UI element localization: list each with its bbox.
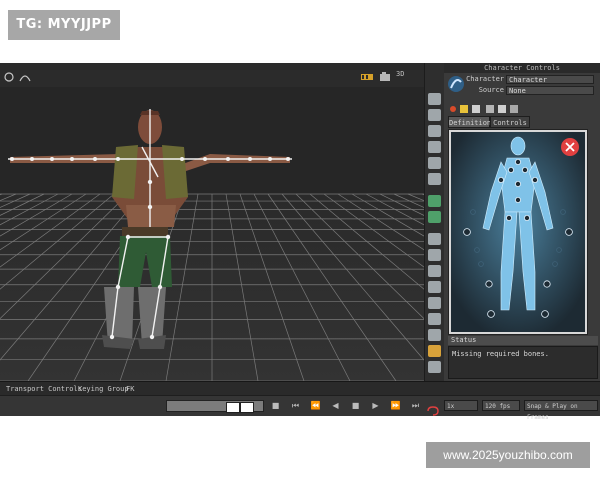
ik-tool-icon[interactable] [428,195,441,207]
app-window: 3D Character Controls Character Characte… [0,63,600,421]
sphere-icon[interactable] [428,297,441,309]
panel-toolbar [448,100,528,113]
watermark-bottom-url: www.2025youzhibo.com [426,442,590,468]
pivot-tool-icon[interactable] [428,157,441,169]
play-backward-icon[interactable]: ◀ [330,400,341,411]
camera-key-icon[interactable] [378,68,392,81]
character-select[interactable]: Character [506,75,594,84]
tool-strip [424,63,445,381]
go-to-start-icon[interactable]: ⏮ [290,400,301,411]
pause-icon[interactable]: ■ [350,400,361,411]
tab-controls[interactable]: Controls [490,116,530,128]
character-row: Character Character [448,75,596,85]
plus-icon[interactable] [428,313,441,325]
edit-tool-icon[interactable] [428,173,441,185]
manipulator-icon[interactable] [2,68,16,82]
status-message: Missing required bones. [448,346,598,379]
close-icon[interactable] [560,137,580,157]
scene-canvas [0,87,424,381]
3d-viewport[interactable]: 3D [0,63,424,381]
tab-definition[interactable]: Definition [448,116,491,128]
previous-key-icon[interactable]: ⏪ [310,400,321,411]
frame-marker-end[interactable] [240,402,254,413]
box-icon[interactable] [428,249,441,261]
keying-group-label: Keying Group [78,385,129,393]
cube-icon[interactable] [428,233,441,245]
keyframe-icon[interactable] [360,68,374,80]
watermark-top-tag: TG: MYYJJPP [8,10,120,40]
status-heading: Status [448,336,598,345]
transport-controls-bar: ■ ⏮ ⏪ ◀ ■ ▶ ⏩ ⏭ 1x 120 fps Snap & Play o… [0,395,600,421]
transport-controls-label: Transport Controls [6,385,82,393]
particle-icon[interactable] [428,329,441,341]
panel-title: Character Controls [444,63,600,73]
frame-icon[interactable] [428,361,441,373]
stop-icon[interactable]: ■ [270,400,281,411]
snap-select[interactable]: Snap & Play on Frames [524,400,598,421]
source-label: Source [478,86,504,94]
panel-tabs: Definition Controls [448,116,598,128]
source-row: Source None [448,86,596,96]
character-controls-panel: Character Controls Character Character S… [444,63,600,381]
sun-icon[interactable] [428,345,441,357]
rotate-tool-icon[interactable] [428,125,441,137]
character-label: Character [466,75,504,83]
viewport-toolbar: 3D [0,63,424,88]
transport-header-bar: Transport Controls Keying Group FK [0,381,600,396]
scale-tool-icon[interactable] [428,141,441,153]
fk-tool-icon[interactable] [428,211,441,223]
go-to-end-icon[interactable]: ⏭ [410,400,421,411]
source-select[interactable]: None [506,86,594,95]
move-tool-icon[interactable] [428,109,441,121]
light-icon[interactable] [428,281,441,293]
body-map[interactable] [451,132,585,332]
frame-marker-start[interactable] [226,402,240,413]
view-mode-label[interactable]: 3D [396,68,418,80]
next-key-icon[interactable]: ⏩ [390,400,401,411]
curve-icon[interactable] [428,265,441,277]
arc-tool-icon[interactable] [18,68,32,82]
select-tool-icon[interactable] [428,93,441,105]
play-forward-icon[interactable]: ▶ [370,400,381,411]
loop-icon[interactable] [426,401,440,416]
keying-group-value[interactable]: FK [126,382,134,396]
definition-figure-area [448,129,588,335]
fps-select[interactable]: 120 fps [482,400,520,411]
speed-select[interactable]: 1x [444,400,478,411]
